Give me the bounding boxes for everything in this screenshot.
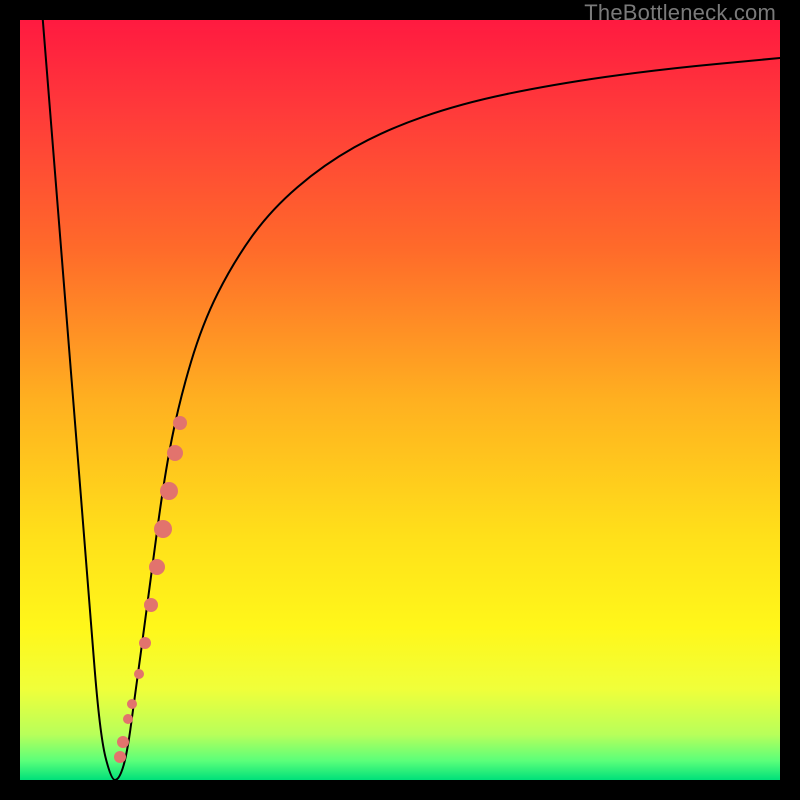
highlight-dot: [149, 559, 165, 575]
chart-frame: TheBottleneck.com: [0, 0, 800, 800]
background-gradient: [20, 20, 780, 780]
watermark-text: TheBottleneck.com: [584, 0, 776, 26]
highlight-dot: [139, 637, 151, 649]
highlight-dot: [144, 598, 158, 612]
highlight-dot: [154, 520, 172, 538]
highlight-dot: [134, 669, 144, 679]
highlight-dot: [173, 416, 187, 430]
plot-area: [20, 20, 780, 780]
